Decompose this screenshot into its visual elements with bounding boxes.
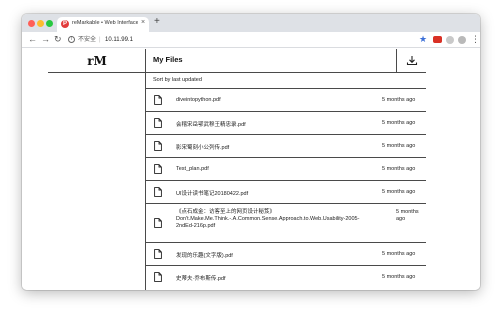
back-arrow-icon[interactable]: ← (28, 34, 37, 45)
file-row[interactable]: 发现的乐趣(文字版).pdf 5 months ago (146, 242, 426, 265)
file-row[interactable]: 《点石成金：访客至上的网页设计秘笈》Don't.Make.Me.Think.-.… (146, 203, 426, 242)
header-divider (48, 72, 426, 73)
file-name[interactable]: 发现的乐趣(文字版).pdf (176, 251, 233, 259)
file-name[interactable]: UI设计读书笔记20180422.pdf (176, 189, 248, 197)
bookmark-star-icon[interactable]: ★ (419, 34, 427, 45)
file-updated: 5 months ago (382, 251, 416, 257)
file-name[interactable]: Test_plan.pdf (176, 166, 209, 172)
file-icon (154, 118, 162, 128)
file-icon (154, 218, 162, 228)
app-logo[interactable]: rM (48, 54, 146, 68)
minimize-window-button[interactable] (37, 20, 44, 27)
tab-favicon-icon: P (61, 20, 69, 28)
file-icon (154, 272, 162, 282)
file-icon (154, 141, 162, 151)
url-separator: | (99, 37, 101, 43)
file-row[interactable]: 史蒂夫·乔布斯传.pdf 5 months ago (146, 265, 426, 288)
extension-icon[interactable] (446, 36, 454, 44)
security-label[interactable]: 不安全 (78, 35, 96, 45)
file-updated: 5 months ago (382, 120, 416, 126)
file-icon (154, 164, 162, 174)
file-updated: 5 months ago (382, 274, 416, 280)
file-name[interactable]: 影宋蜀刻小公列传.pdf (176, 143, 229, 151)
file-updated: 5 months ago (382, 143, 416, 149)
file-name[interactable]: 史蒂夫·乔布斯传.pdf (176, 274, 226, 282)
sidebar: rM (48, 49, 146, 290)
page-content: rM My Files Sort by last updated diveint… (22, 49, 480, 290)
file-icon (154, 249, 162, 259)
tab-close-icon[interactable]: × (141, 19, 145, 26)
tab-bar: P reMarkable • Web Interface × + (22, 14, 480, 32)
new-tab-button[interactable]: + (154, 16, 160, 28)
file-list: diveintopython.pdf 5 months ago 会稽宋岳鄂武穆王… (146, 88, 426, 288)
download-button[interactable] (396, 49, 426, 72)
download-icon (406, 56, 418, 66)
page-title: My Files (153, 55, 183, 64)
file-updated: 5 months ago (396, 209, 419, 222)
sort-dropdown[interactable]: Sort by last updated (153, 77, 202, 83)
file-row[interactable]: UI设计读书笔记20180422.pdf 5 months ago (146, 180, 426, 203)
menu-dots-icon[interactable]: ⋮ (471, 33, 480, 46)
file-name[interactable]: 《点石成金：访客至上的网页设计秘笈》Don't.Make.Me.Think.-.… (176, 209, 376, 230)
browser-toolbar: ← → ↻ i 不安全 | 10.11.99.1 ★ ⋮ (22, 32, 480, 48)
profile-icon[interactable] (458, 36, 466, 44)
tab-title: reMarkable • Web Interface (72, 20, 138, 26)
reload-icon[interactable]: ↻ (54, 34, 62, 45)
maximize-window-button[interactable] (46, 20, 53, 27)
browser-tab[interactable]: P reMarkable • Web Interface × (57, 17, 149, 32)
forward-arrow-icon[interactable]: → (41, 34, 50, 45)
file-updated: 5 months ago (382, 166, 416, 172)
file-row[interactable]: Test_plan.pdf 5 months ago (146, 157, 426, 180)
close-window-button[interactable] (28, 20, 35, 27)
extension-icon[interactable] (433, 36, 442, 43)
file-row[interactable]: 影宋蜀刻小公列传.pdf 5 months ago (146, 134, 426, 157)
file-icon (154, 95, 162, 105)
file-icon (154, 187, 162, 197)
address-bar[interactable]: 10.11.99.1 (105, 35, 133, 45)
file-row[interactable]: 会稽宋岳鄂武穆王精忠录.pdf 5 months ago (146, 111, 426, 134)
file-name[interactable]: diveintopython.pdf (176, 97, 221, 103)
file-updated: 5 months ago (382, 97, 416, 103)
file-updated: 5 months ago (382, 189, 416, 195)
file-row[interactable]: diveintopython.pdf 5 months ago (146, 88, 426, 111)
info-icon[interactable]: i (68, 36, 75, 43)
file-name[interactable]: 会稽宋岳鄂武穆王精忠录.pdf (176, 120, 246, 128)
browser-window: P reMarkable • Web Interface × + ← → ↻ i… (22, 14, 480, 290)
